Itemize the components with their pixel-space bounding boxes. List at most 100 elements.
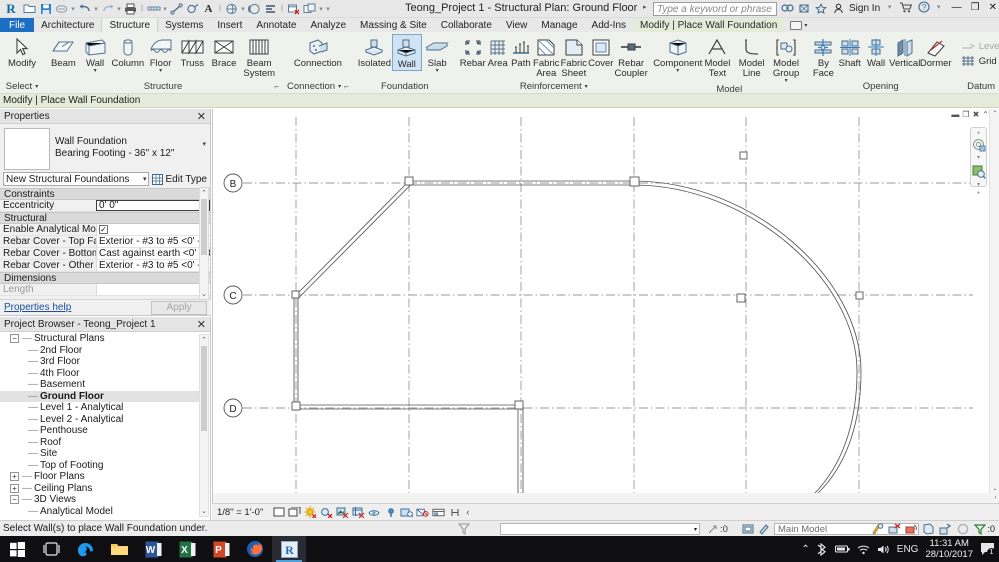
tab-systems[interactable]: Systems <box>158 18 210 32</box>
default-3d-view-icon[interactable] <box>224 1 239 16</box>
reveal-hidden-elements-icon[interactable] <box>416 506 429 519</box>
tab-massing-site[interactable]: Massing & Site <box>353 18 434 32</box>
qat-dropdown-3[interactable]: ▾ <box>116 5 122 13</box>
collapse-expander-icon[interactable]: − <box>10 495 19 505</box>
tree-node-2nd-floor[interactable]: —2nd Floor <box>0 345 200 357</box>
account-icon[interactable] <box>831 1 845 16</box>
volume-icon[interactable] <box>877 544 890 555</box>
editing-request-icon[interactable] <box>871 522 884 535</box>
rebar-cover-top-value[interactable]: Exterior - #3 to #5 <0' - 1... <box>96 236 210 247</box>
open-icon[interactable] <box>22 1 37 16</box>
chevron-down-icon[interactable]: ▾ <box>202 128 206 148</box>
vertical-opening-button[interactable]: Vertical <box>889 34 920 69</box>
tree-node-top-of-footing[interactable]: — Top of Footing <box>0 460 200 472</box>
qat-dropdown-6[interactable]: ▾ <box>318 5 324 13</box>
tree-node-3d-views[interactable]: − — 3D Views <box>0 494 200 506</box>
tree-node-ground-floor[interactable]: — Ground Floor <box>0 390 200 402</box>
search-icon[interactable] <box>780 1 794 16</box>
title-dropdown-icon[interactable]: ▾ <box>887 3 893 11</box>
apply-button[interactable]: Apply <box>151 300 207 315</box>
visual-style-icon[interactable] <box>288 506 301 519</box>
word-icon[interactable]: W <box>136 536 170 562</box>
model-text-button[interactable]: Model Text <box>701 34 734 79</box>
tree-node-level-1-analytical[interactable]: — Level 1 - Analytical <box>0 402 200 414</box>
help-topics-icon[interactable] <box>797 1 811 16</box>
favorites-star-icon[interactable] <box>814 1 828 16</box>
crop-view-icon[interactable] <box>352 506 365 519</box>
close-icon[interactable]: ✕ <box>197 110 206 123</box>
reload-latest-icon[interactable] <box>905 522 918 535</box>
editable-only-toggle[interactable]: :0 <box>708 524 728 535</box>
fabric-area-button[interactable]: Fabric Area <box>533 34 560 79</box>
restore-view-icon[interactable]: ❐ <box>962 110 969 119</box>
aligned-dimension-icon[interactable] <box>169 1 184 16</box>
edit-type-button[interactable]: Edit Type <box>152 173 207 185</box>
tree-node-analytical-model[interactable]: — Analytical Model <box>0 506 200 518</box>
qat-dropdown-1[interactable]: ▾ <box>70 5 76 13</box>
dialog-launcher-icon[interactable]: ⌐ <box>344 82 349 91</box>
workset-combo[interactable]: ▾ <box>500 523 700 535</box>
wall-opening-button[interactable]: Wall <box>863 34 888 69</box>
detail-level-icon[interactable] <box>272 506 285 519</box>
worksets-icon[interactable] <box>939 522 952 535</box>
property-group-constraints[interactable]: Constraints ⌃ <box>0 188 210 200</box>
enable-analytical-model-cell[interactable]: ✓ <box>96 224 210 235</box>
constraints-icon[interactable] <box>448 506 461 519</box>
rebar-coupler-button[interactable]: Rebar Coupler <box>614 34 648 79</box>
column-button[interactable]: Column <box>111 34 144 69</box>
powerpoint-icon[interactable]: P <box>204 536 238 562</box>
cover-button[interactable]: Cover <box>588 34 613 69</box>
collapse-expander-icon[interactable]: − <box>10 334 19 344</box>
rebar-cover-other-value[interactable]: Exterior - #3 to #5 <0' - 1... <box>96 260 210 271</box>
property-row-rebar-cover-other[interactable]: Rebar Cover - Other Faces Exterior - #3 … <box>0 260 210 272</box>
ribbon-display-options[interactable]: ▾ <box>784 18 813 32</box>
slab-foundation-button[interactable]: Slab ▾ <box>423 34 452 74</box>
filter-selection-icon[interactable] <box>973 522 986 535</box>
drawing-canvas[interactable]: B C D ▬ ❐ ✖ ⌃ ● ▾ ▾ ● ⌃ ⌄ › <box>212 109 999 503</box>
tree-node-penthouse[interactable]: — Penthouse <box>0 425 200 437</box>
close-view-icon[interactable]: ✖ <box>973 110 980 119</box>
save-icon[interactable] <box>38 1 53 16</box>
excel-icon[interactable]: X <box>170 536 204 562</box>
type-selector-combo[interactable]: New Structural Foundations ▾ <box>3 172 150 186</box>
property-row-length[interactable]: Length <box>0 284 210 296</box>
tab-architecture[interactable]: Architecture <box>34 18 101 32</box>
shadows-icon[interactable] <box>320 506 333 519</box>
view-control-expand-icon[interactable]: ‹ <box>466 507 469 517</box>
chevron-down-icon[interactable]: ▾ <box>143 175 147 183</box>
chevron-down-icon[interactable]: ▾ <box>804 22 807 29</box>
firefox-icon[interactable] <box>238 536 272 562</box>
property-row-rebar-cover-top[interactable]: Rebar Cover - Top Face Exterior - #3 to … <box>0 236 210 248</box>
restore-backup-icon[interactable] <box>922 522 935 535</box>
rebar-cover-bottom-value[interactable]: Cast against earth <0' - 3... <box>96 248 210 259</box>
tab-analyze[interactable]: Analyze <box>303 18 353 32</box>
truss-button[interactable]: Truss <box>177 34 208 69</box>
component-button[interactable]: Component ▾ <box>653 34 702 74</box>
expand-expander-icon[interactable]: + <box>10 472 19 482</box>
task-view-button[interactable] <box>34 536 68 562</box>
qat-overflow-caret[interactable]: ▾ <box>325 5 331 13</box>
tree-node-level-2-analytical[interactable]: — Level 2 - Analytical <box>0 414 200 426</box>
file-explorer-icon[interactable] <box>102 536 136 562</box>
scroll-up-icon[interactable]: ⌃ <box>990 109 999 118</box>
property-row-eccentricity[interactable]: Eccentricity 0' 0" <box>0 200 210 212</box>
scrollbar-thumb[interactable] <box>201 199 207 255</box>
undo-icon[interactable] <box>77 1 92 16</box>
print-icon[interactable] <box>123 1 138 16</box>
thin-lines-icon[interactable] <box>263 1 278 16</box>
qat-dropdown-4[interactable]: ▾ <box>162 5 168 13</box>
area-reinforcement-button[interactable]: Area <box>487 34 509 69</box>
tree-node-ceiling-plans[interactable]: + — Ceiling Plans <box>0 483 200 495</box>
property-row-enable-analytical-model[interactable]: Enable Analytical Model ✓ <box>0 224 210 236</box>
search-input[interactable]: Type a keyword or phrase <box>653 2 777 16</box>
sign-in-label[interactable]: Sign In <box>849 3 880 14</box>
dialog-launcher-icon[interactable]: ⌐ <box>274 82 279 91</box>
help-dropdown-icon[interactable]: ▾ <box>936 3 942 11</box>
properties-scrollbar[interactable]: ⌃ ⌄ <box>199 187 209 300</box>
language-indicator[interactable]: ENG <box>897 544 919 555</box>
eccentricity-input[interactable]: 0' 0" <box>96 200 210 211</box>
tree-node-3rd-floor[interactable]: —3rd Floor <box>0 356 200 368</box>
rebar-button[interactable]: Rebar <box>460 34 486 69</box>
title-caret-icon[interactable]: ▸ <box>643 3 647 11</box>
navigation-bar[interactable]: ● ▾ ▾ ● <box>970 127 987 196</box>
